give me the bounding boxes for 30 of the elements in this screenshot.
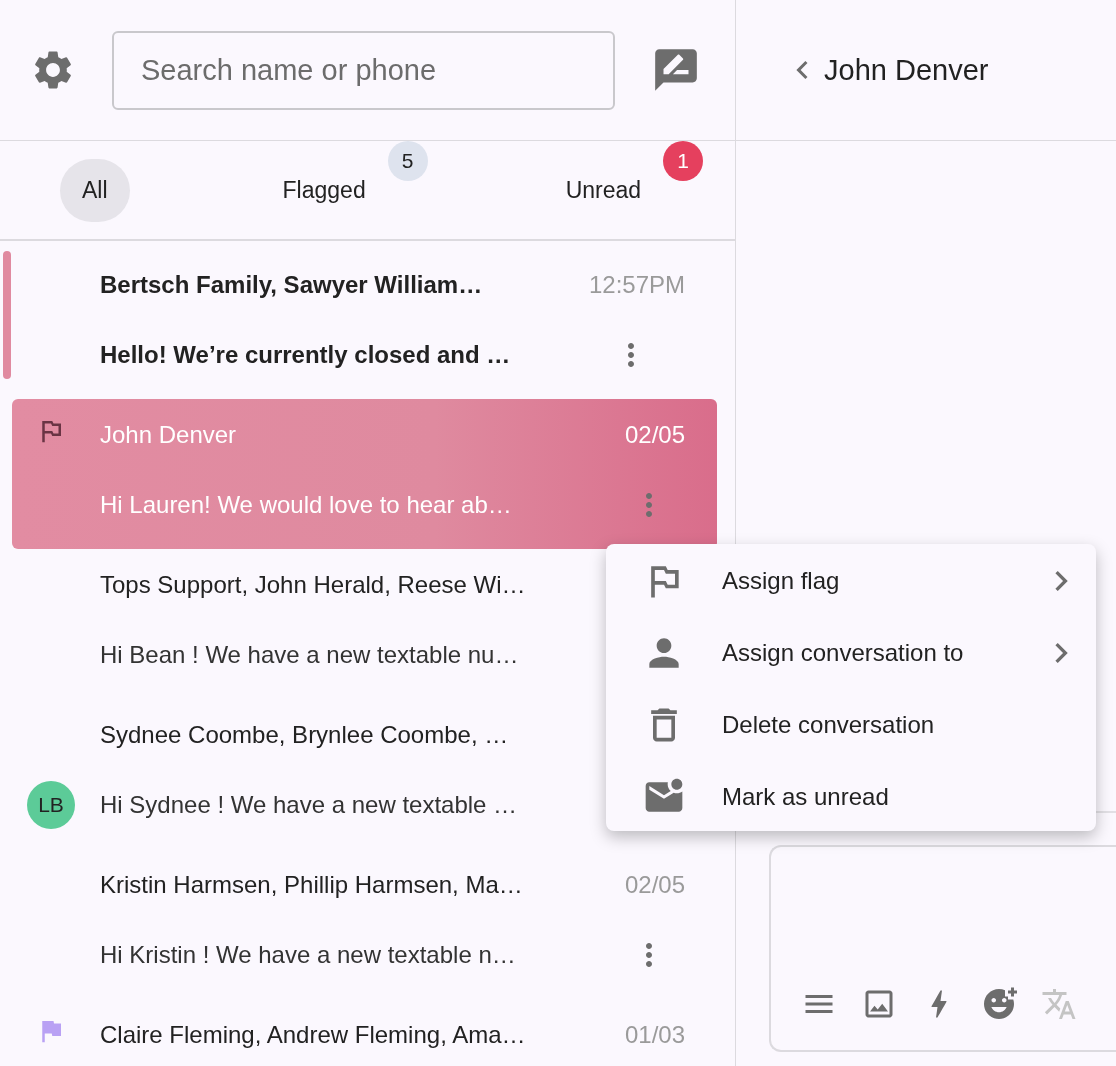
conversation-time: 12:57PM <box>587 271 685 299</box>
add-emoji-icon[interactable] <box>981 986 1017 1022</box>
message-preview: Hello! We’re currently closed and … <box>100 341 511 369</box>
conversation-time: 01/03 <box>623 1021 685 1049</box>
search-field[interactable]: Search name or phone <box>112 30 615 110</box>
conversation-name: John Denver <box>100 421 237 449</box>
back-button[interactable] <box>796 61 808 79</box>
conversation-name: Kristin Harmsen, Phillip Harmsen, Ma… <box>100 871 523 899</box>
message-preview: Hi Sydnee ! We have a new textable … <box>100 791 518 819</box>
conversation-row[interactable]: Claire Fleming, Andrew Fleming, Ama… 01/03 <box>12 999 717 1066</box>
conversation-name: Sydnee Coombe, Brynlee Coombe, … <box>100 721 509 749</box>
filter-tab[interactable]: Flagged <box>260 158 388 222</box>
chevron-left-icon <box>796 61 808 79</box>
message-preview: Hi Lauren! We would love to hear ab… <box>100 491 512 519</box>
conversation-name: Tops Support, John Herald, Reese Wi… <box>100 571 526 599</box>
filter-tab[interactable]: Unread <box>543 158 664 222</box>
filter-tab[interactable]: All <box>60 158 130 222</box>
conversation-time: 02/05 <box>623 421 685 449</box>
menu-item[interactable]: Assign conversation to <box>606 617 1096 689</box>
message-preview: Hi Bean ! We have a new textable nu… <box>100 641 519 669</box>
count-badge: 5 <box>387 140 428 181</box>
conversation-row[interactable]: Bertsch Family, Sawyer William… 12:57PM Hello! We’re currently closed and … <box>12 249 717 399</box>
avatar: LB <box>27 781 75 829</box>
count-badge: 1 <box>663 140 704 181</box>
conversation-row[interactable]: Kristin Harmsen, Phillip Harmsen, Ma… 02/05 Hi Kristin ! We have a new textable n… <box>12 849 717 999</box>
conversation-name: Bertsch Family, Sawyer William… <box>100 271 483 299</box>
conversation-name: Claire Fleming, Andrew Fleming, Ama… <box>100 1021 526 1049</box>
message-preview: Hi Kristin ! We have a new textable n… <box>100 941 516 969</box>
conversation-time: 02/05 <box>623 871 685 899</box>
contact-name: John Denver <box>824 53 989 87</box>
